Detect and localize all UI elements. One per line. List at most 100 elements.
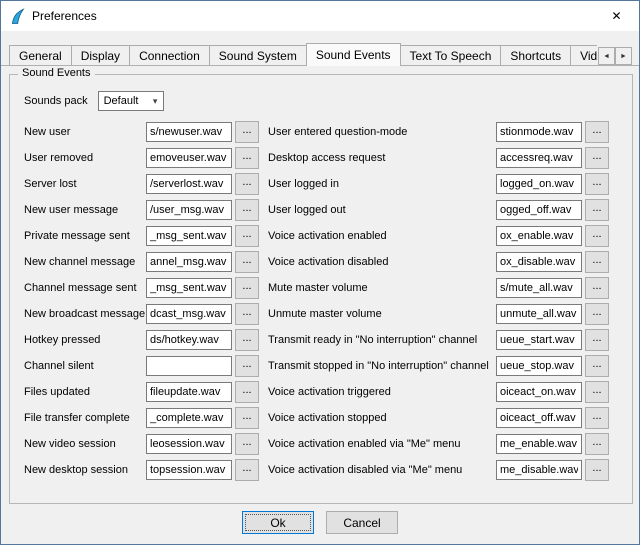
browse-button[interactable]: ...	[585, 199, 609, 221]
sound-event-row: Transmit stopped in "No interruption" ch…	[268, 353, 609, 379]
sound-file-input[interactable]	[496, 252, 582, 272]
sound-file-input[interactable]	[496, 226, 582, 246]
browse-button[interactable]: ...	[585, 303, 609, 325]
browse-button[interactable]: ...	[235, 433, 259, 455]
sound-event-label: Voice activation enabled	[268, 230, 496, 242]
browse-button[interactable]: ...	[235, 147, 259, 169]
sound-event-label: Channel silent	[24, 360, 146, 372]
sound-event-label: New user message	[24, 204, 146, 216]
sound-file-input[interactable]	[146, 330, 232, 350]
sound-event-row: User entered question-mode ...	[268, 119, 609, 145]
tab-shortcuts[interactable]: Shortcuts	[500, 45, 571, 65]
tab-bar: GeneralDisplayConnectionSound SystemSoun…	[9, 43, 597, 66]
browse-button[interactable]: ...	[585, 225, 609, 247]
browse-button[interactable]: ...	[235, 225, 259, 247]
sound-file-input[interactable]	[146, 278, 232, 298]
sound-file-input[interactable]	[496, 304, 582, 324]
browse-button[interactable]: ...	[235, 199, 259, 221]
browse-button[interactable]: ...	[235, 407, 259, 429]
sound-event-row: Voice activation disabled ...	[268, 249, 609, 275]
tab-scroll-right-button[interactable]: ►	[615, 47, 632, 65]
sound-file-input[interactable]	[146, 226, 232, 246]
browse-button[interactable]: ...	[235, 381, 259, 403]
app-icon	[9, 8, 26, 25]
tab-general[interactable]: General	[9, 45, 72, 65]
sound-events-group: Sound Events Sounds pack Default ▾ New u…	[9, 74, 633, 504]
browse-button[interactable]: ...	[235, 277, 259, 299]
sound-file-input[interactable]	[146, 408, 232, 428]
sound-event-row: Transmit ready in "No interruption" chan…	[268, 327, 609, 353]
sound-file-input[interactable]	[146, 356, 232, 376]
sound-file-input[interactable]	[496, 434, 582, 454]
sound-event-label: New video session	[24, 438, 146, 450]
sound-file-input[interactable]	[496, 356, 582, 376]
tab-sound-events[interactable]: Sound Events	[306, 43, 401, 66]
sound-file-input[interactable]	[146, 200, 232, 220]
sound-event-row: New desktop session ...	[24, 457, 259, 483]
tab-text-to-speech[interactable]: Text To Speech	[400, 45, 502, 65]
browse-button[interactable]: ...	[585, 147, 609, 169]
browse-button[interactable]: ...	[235, 251, 259, 273]
sound-file-input[interactable]	[146, 382, 232, 402]
sound-file-input[interactable]	[496, 148, 582, 168]
sound-event-label: New desktop session	[24, 464, 146, 476]
sound-file-input[interactable]	[146, 148, 232, 168]
sound-file-input[interactable]	[146, 434, 232, 454]
sound-file-input[interactable]	[146, 122, 232, 142]
sound-file-input[interactable]	[496, 174, 582, 194]
chevron-right-icon: ►	[620, 53, 627, 60]
group-title: Sound Events	[18, 67, 95, 79]
browse-button[interactable]: ...	[585, 459, 609, 481]
sound-event-row: Hotkey pressed ...	[24, 327, 259, 353]
browse-button[interactable]: ...	[585, 407, 609, 429]
tab-video[interactable]: Video	[570, 45, 597, 65]
sound-file-input[interactable]	[146, 460, 232, 480]
tab-display[interactable]: Display	[71, 45, 130, 65]
browse-button[interactable]: ...	[585, 433, 609, 455]
browse-button[interactable]: ...	[585, 251, 609, 273]
browse-button[interactable]: ...	[235, 303, 259, 325]
browse-button[interactable]: ...	[585, 277, 609, 299]
browse-button[interactable]: ...	[235, 355, 259, 377]
sound-file-input[interactable]	[496, 122, 582, 142]
sound-file-input[interactable]	[496, 408, 582, 428]
ok-button[interactable]: Ok	[242, 511, 314, 534]
sound-event-row: Server lost ...	[24, 171, 259, 197]
sound-file-input[interactable]	[496, 460, 582, 480]
close-button[interactable]: ✕	[594, 1, 639, 31]
browse-button[interactable]: ...	[235, 459, 259, 481]
sound-file-input[interactable]	[496, 330, 582, 350]
sound-event-row: Private message sent ...	[24, 223, 259, 249]
sound-event-row: New broadcast message ...	[24, 301, 259, 327]
sound-file-input[interactable]	[496, 382, 582, 402]
sound-event-label: User logged out	[268, 204, 496, 216]
browse-button[interactable]: ...	[585, 329, 609, 351]
sound-event-row: Voice activation enabled via "Me" menu .…	[268, 431, 609, 457]
sound-event-row: New user ...	[24, 119, 259, 145]
sound-file-input[interactable]	[146, 252, 232, 272]
browse-button[interactable]: ...	[585, 173, 609, 195]
browse-button[interactable]: ...	[585, 381, 609, 403]
close-icon: ✕	[611, 9, 621, 23]
sound-events-right-column: User entered question-mode ... Desktop a…	[268, 119, 609, 483]
browse-button[interactable]: ...	[235, 329, 259, 351]
sound-file-input[interactable]	[146, 304, 232, 324]
browse-button[interactable]: ...	[585, 355, 609, 377]
sound-event-row: File transfer complete ...	[24, 405, 259, 431]
browse-button[interactable]: ...	[585, 121, 609, 143]
browse-button[interactable]: ...	[235, 121, 259, 143]
cancel-button[interactable]: Cancel	[326, 511, 398, 534]
sounds-pack-select[interactable]: Default ▾	[98, 91, 164, 111]
tab-sound-system[interactable]: Sound System	[209, 45, 307, 65]
sound-event-row: User logged out ...	[268, 197, 609, 223]
tab-connection[interactable]: Connection	[129, 45, 210, 65]
sounds-pack-value: Default	[104, 95, 139, 107]
sound-file-input[interactable]	[496, 278, 582, 298]
browse-button[interactable]: ...	[235, 173, 259, 195]
sound-event-label: Hotkey pressed	[24, 334, 146, 346]
sound-file-input[interactable]	[146, 174, 232, 194]
tab-scroll-left-button[interactable]: ◄	[598, 47, 615, 65]
sound-event-row: Voice activation stopped ...	[268, 405, 609, 431]
sound-file-input[interactable]	[496, 200, 582, 220]
sound-event-row: Mute master volume ...	[268, 275, 609, 301]
